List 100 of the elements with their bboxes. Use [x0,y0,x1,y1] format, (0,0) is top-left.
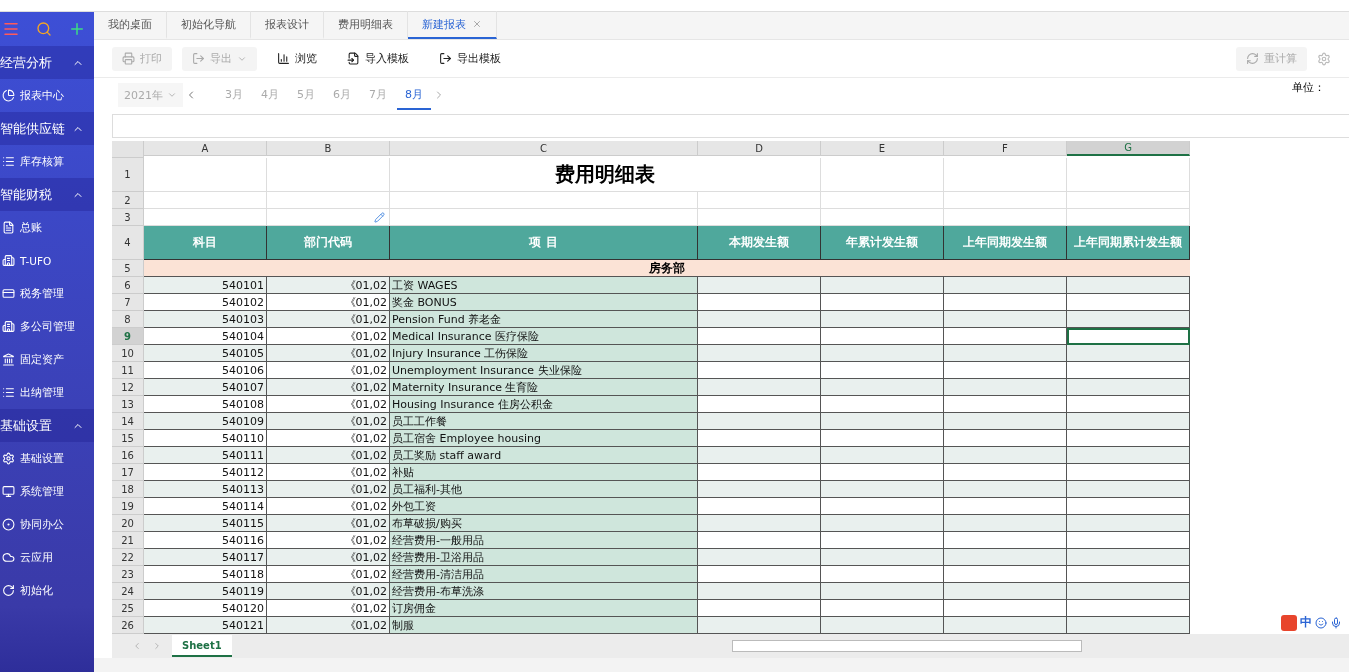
selected-cell[interactable] [1067,328,1190,345]
row-header[interactable]: 9 [112,328,144,345]
table-cell: 经营费用-清洁用品 [390,566,698,583]
sidebar-item[interactable]: 库存核算 [0,145,94,178]
column-header[interactable]: C [390,141,698,156]
sidebar-item[interactable]: 协同办公 [0,508,94,541]
toolbar-button[interactable]: 导入模板 [337,46,419,71]
horizontal-scrollbar[interactable] [731,640,1082,652]
row-header[interactable]: 24 [112,583,144,600]
tab[interactable]: 我的桌面 [94,11,167,39]
row-header[interactable]: 12 [112,379,144,396]
row-header[interactable]: 25 [112,600,144,617]
table-cell: Injury Insurance 工伤保险 [390,345,698,362]
row-header[interactable]: 5 [112,260,144,277]
row-header[interactable]: 1 [112,158,144,192]
formula-bar[interactable] [112,114,1349,138]
tab[interactable]: 报表设计 [251,11,324,39]
select-all-corner[interactable] [112,141,144,158]
search-icon[interactable] [36,21,52,37]
previous-icon[interactable] [132,641,142,651]
sidebar-item[interactable]: 云应用 [0,541,94,574]
table-cell: 《01,02 [267,311,390,328]
row-header[interactable]: 23 [112,566,144,583]
tab[interactable]: 初始化导航 [167,11,251,39]
row-header[interactable]: 3 [112,209,144,226]
row-header[interactable]: 15 [112,430,144,447]
sidebar-group[interactable]: 经营分析 [0,46,94,79]
table-cell: 外包工资 [390,498,698,515]
row-header[interactable]: 20 [112,515,144,532]
row-header[interactable]: 10 [112,345,144,362]
header-cell: 部门代码 [267,226,390,260]
tab[interactable]: 新建报表 [408,11,497,39]
sidebar-group[interactable]: 智能财税 [0,178,94,211]
table-cell: 540111 [144,447,267,464]
sheet-tab[interactable]: Sheet1 [172,635,232,657]
settings-icon[interactable] [1317,51,1331,66]
table-cell: 540120 [144,600,267,617]
row-header[interactable]: 21 [112,532,144,549]
next-icon[interactable] [152,641,162,651]
table-cell: 《01,02 [267,379,390,396]
table-cell: 工资 WAGES [390,277,698,294]
sidebar-item[interactable]: 报表中心 [0,79,94,112]
toolbar-button[interactable]: 浏览 [267,46,327,71]
pencil-icon[interactable] [374,212,385,223]
report-title: 费用明细表 [390,158,821,192]
caret-icon [167,90,177,100]
card-icon [2,287,15,300]
table-cell: 540121 [144,617,267,634]
header-cell: 年累计发生额 [821,226,944,260]
row-header[interactable]: 8 [112,311,144,328]
column-header[interactable]: A [144,141,267,156]
row-header[interactable]: 2 [112,192,144,209]
month-tab[interactable]: 8月 [397,80,431,110]
column-header[interactable]: D [698,141,821,156]
row-header[interactable]: 22 [112,549,144,566]
refresh-icon [1246,52,1259,65]
sidebar-item[interactable]: 多公司管理 [0,310,94,343]
row-header[interactable]: 19 [112,498,144,515]
menu-icon[interactable] [2,20,20,38]
row-header[interactable]: 11 [112,362,144,379]
sidebar-item[interactable]: 出纳管理 [0,376,94,409]
sidebar-item[interactable]: 系统管理 [0,475,94,508]
row-header[interactable]: 6 [112,277,144,294]
table-cell: Maternity Insurance 生育险 [390,379,698,396]
table-cell: 540105 [144,345,267,362]
row-header[interactable]: 18 [112,481,144,498]
header-cell: 本期发生额 [698,226,821,260]
column-header[interactable]: F [944,141,1067,156]
sidebar-group[interactable]: 智能供应链 [0,112,94,145]
sidebar-item[interactable]: 税务管理 [0,277,94,310]
table-cell: 奖金 BONUS [390,294,698,311]
row-header[interactable]: 13 [112,396,144,413]
row-header[interactable]: 7 [112,294,144,311]
row-header[interactable]: 17 [112,464,144,481]
sidebar-item[interactable]: 基础设置 [0,442,94,475]
table-cell: 《01,02 [267,464,390,481]
document-icon [2,221,15,234]
row-header[interactable]: 26 [112,617,144,634]
column-header[interactable]: E [821,141,944,156]
add-icon[interactable] [68,20,86,38]
row-header[interactable]: 16 [112,447,144,464]
column-header[interactable]: G [1067,141,1190,156]
row-header[interactable]: 4 [112,226,144,260]
toolbar-button[interactable]: 导出模板 [429,46,511,71]
close-icon[interactable] [472,19,482,29]
sidebar-item[interactable]: 初始化 [0,574,94,607]
circle-icon [2,518,15,531]
row-header[interactable]: 14 [112,413,144,430]
table-cell: 员工福利-其他 [390,481,698,498]
table-cell: 《01,02 [267,566,390,583]
sidebar-item[interactable]: 固定资产 [0,343,94,376]
bank-icon [2,353,15,366]
column-header[interactable]: B [267,141,390,156]
sidebar-item[interactable]: 总账 [0,211,94,244]
table-cell: 540104 [144,328,267,345]
tab[interactable]: 费用明细表 [324,11,408,39]
table-cell: 540110 [144,430,267,447]
sidebar-item[interactable]: T-UFO [0,244,94,277]
sidebar-group[interactable]: 基础设置 [0,409,94,442]
header-cell: 上年同期发生额 [944,226,1067,260]
